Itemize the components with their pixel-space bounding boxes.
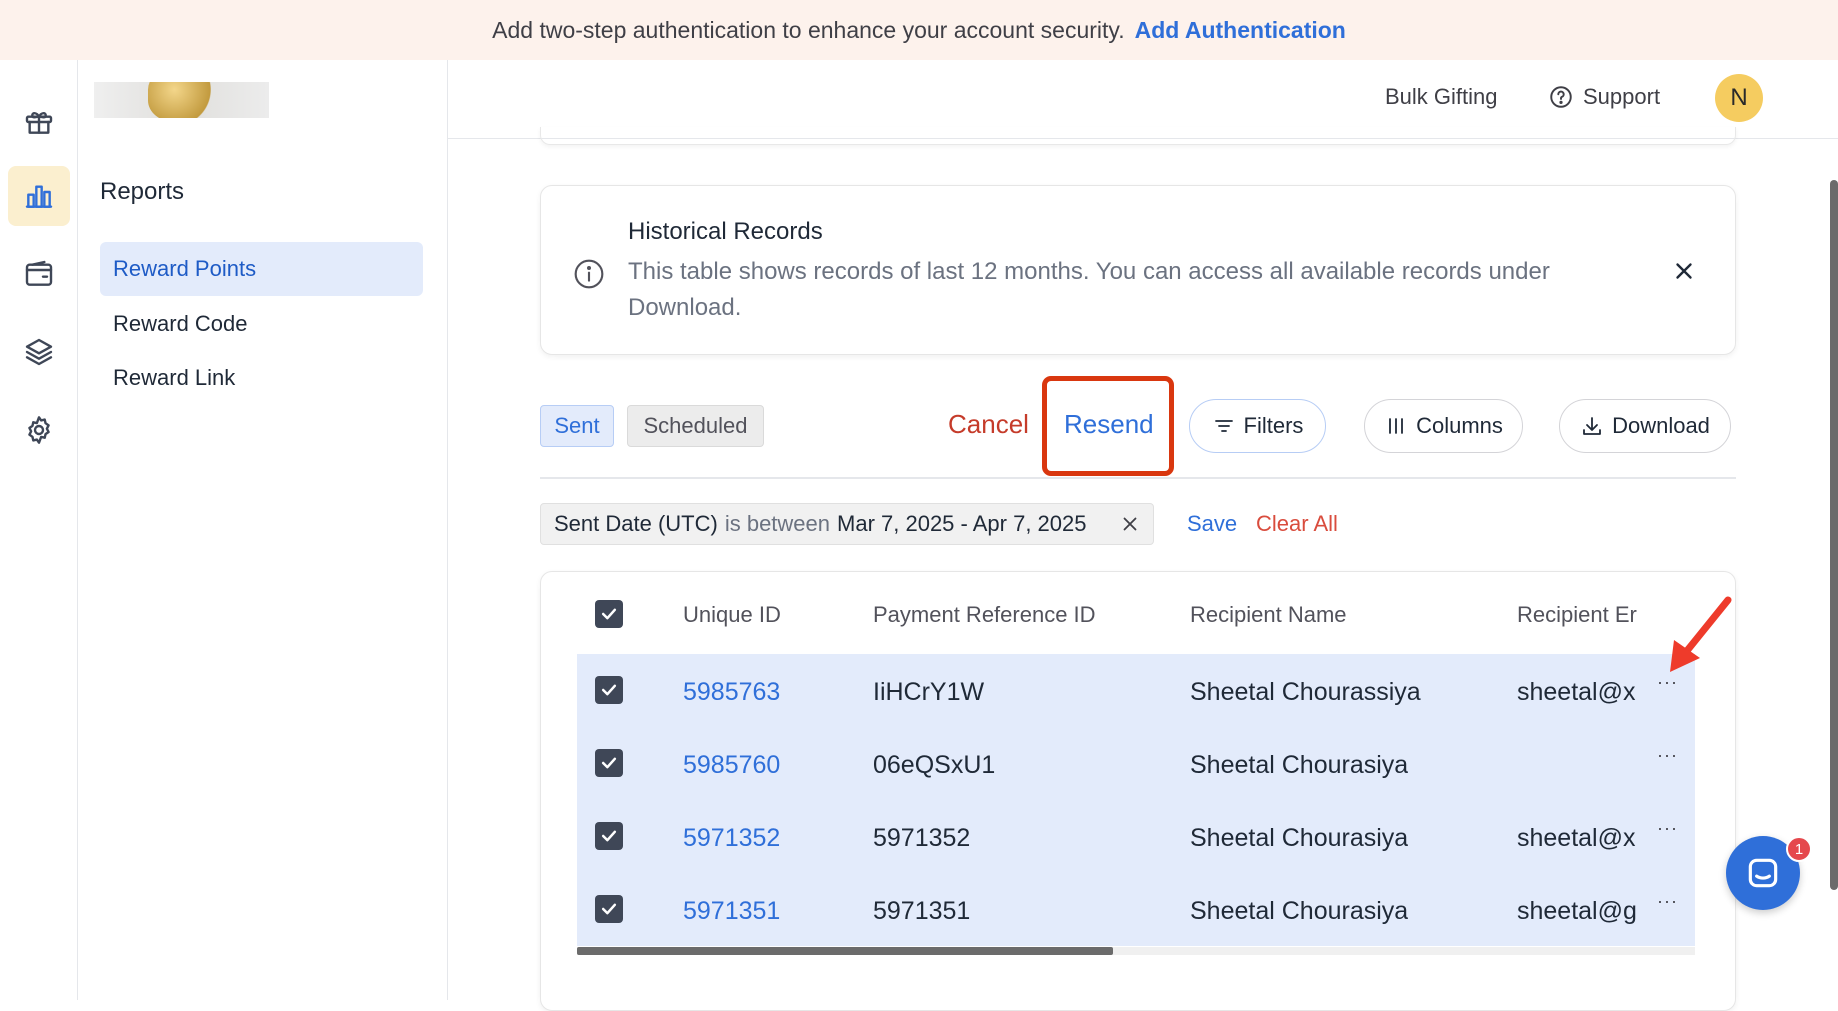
checkmark-icon xyxy=(601,830,617,842)
column-header-recipient-name[interactable]: Recipient Name xyxy=(1190,602,1347,628)
sidebar-item-reward-points[interactable]: Reward Points xyxy=(100,242,423,296)
page-scrollbar[interactable] xyxy=(1830,180,1838,890)
rail-settings[interactable] xyxy=(8,400,70,460)
user-avatar[interactable]: N xyxy=(1715,74,1763,122)
select-all-checkbox[interactable] xyxy=(595,600,623,628)
save-filter-link[interactable]: Save xyxy=(1187,511,1237,537)
sidebar-item-reward-link[interactable]: Reward Link xyxy=(100,351,423,405)
checkmark-icon xyxy=(601,757,617,769)
recipient-email-cell: sheetal@x xyxy=(1517,824,1636,852)
column-header-unique-id[interactable]: Unique ID xyxy=(683,602,781,628)
reports-sidebar: Reports Reward Points Reward Code Reward… xyxy=(78,60,448,1000)
wallet-icon xyxy=(25,260,53,286)
columns-label: Columns xyxy=(1416,413,1503,438)
bulk-gifting-link[interactable]: Bulk Gifting xyxy=(1385,84,1498,110)
sidebar-title: Reports xyxy=(100,178,185,205)
icon-rail xyxy=(0,60,78,1000)
checkmark-icon xyxy=(601,684,617,696)
row-menu-button[interactable]: ··· xyxy=(1657,745,1678,766)
horizontal-scrollbar[interactable] xyxy=(577,947,1113,955)
historical-records-notice: Historical Records This table shows reco… xyxy=(540,185,1736,355)
tab-sent[interactable]: Sent xyxy=(540,405,614,447)
row-checkbox[interactable] xyxy=(595,676,623,704)
row-menu-button[interactable]: ··· xyxy=(1657,891,1678,912)
payment-ref-cell: 5971351 xyxy=(873,897,971,925)
filters-label: Filters xyxy=(1243,413,1304,438)
brand-logo xyxy=(94,82,269,118)
clear-all-link[interactable]: Clear All xyxy=(1256,511,1338,537)
info-icon xyxy=(574,259,604,289)
toolbar-divider xyxy=(540,477,1736,479)
rail-layers[interactable] xyxy=(8,322,70,382)
row-checkbox[interactable] xyxy=(595,749,623,777)
row-menu-button[interactable]: ··· xyxy=(1657,818,1678,839)
chat-unread-badge: 1 xyxy=(1786,836,1812,862)
columns-icon xyxy=(1389,418,1403,434)
checkmark-icon xyxy=(601,608,617,620)
cancel-button[interactable]: Cancel xyxy=(948,409,1029,440)
download-button[interactable]: Download xyxy=(1559,399,1731,453)
gift-icon xyxy=(25,112,53,134)
tab-scheduled[interactable]: Scheduled xyxy=(627,405,764,447)
unique-id-link[interactable]: 5985763 xyxy=(683,678,780,707)
download-icon xyxy=(1583,417,1601,435)
row-checkbox[interactable] xyxy=(595,895,623,923)
payment-ref-cell: 06eQSxU1 xyxy=(873,751,996,779)
support-link[interactable]: Support xyxy=(1548,84,1660,110)
remove-filter-icon[interactable] xyxy=(1119,513,1141,535)
add-authentication-link[interactable]: Add Authentication xyxy=(1135,17,1346,44)
rail-wallet[interactable] xyxy=(8,244,70,304)
main-content: Historical Records This table shows reco… xyxy=(448,127,1838,1011)
recipient-name-cell: Sheetal Chourasiya xyxy=(1190,897,1409,925)
download-label: Download xyxy=(1612,413,1710,438)
records-table: Unique ID Payment Reference ID Recipient… xyxy=(540,571,1736,1011)
payment-ref-cell: 5971352 xyxy=(873,824,971,852)
filter-chip-value: Mar 7, 2025 - Apr 7, 2025 xyxy=(837,511,1087,536)
security-banner: Add two-step authentication to enhance y… xyxy=(0,0,1838,60)
sidebar-item-reward-code[interactable]: Reward Code xyxy=(100,297,423,351)
column-header-payment-ref[interactable]: Payment Reference ID xyxy=(873,602,1096,628)
notice-text: This table shows records of last 12 mont… xyxy=(628,258,1550,321)
notice-title: Historical Records xyxy=(628,218,823,245)
resend-button[interactable]: Resend xyxy=(1064,409,1154,440)
layers-icon xyxy=(25,338,53,366)
columns-button[interactable]: Columns xyxy=(1364,399,1523,453)
card-above xyxy=(540,127,1736,145)
close-icon[interactable] xyxy=(1671,258,1697,284)
bar-chart-icon xyxy=(25,185,53,208)
chat-icon xyxy=(1748,858,1778,888)
row-checkbox[interactable] xyxy=(595,822,623,850)
table-row[interactable]: 5971352 5971352 Sheetal Chourasiya sheet… xyxy=(577,800,1695,873)
filter-chip-operator: is between xyxy=(724,511,831,536)
filter-icon xyxy=(1214,420,1233,432)
recipient-name-cell: Sheetal Chourassiya xyxy=(1190,678,1421,706)
banner-text: Add two-step authentication to enhance y… xyxy=(492,16,1125,43)
recipient-email-cell: sheetal@x xyxy=(1517,678,1636,706)
rail-gifts[interactable] xyxy=(8,92,70,152)
rail-reports[interactable] xyxy=(8,166,70,226)
checkmark-icon xyxy=(601,903,617,915)
gear-icon xyxy=(28,416,50,444)
filter-chip[interactable]: Sent Date (UTC) is between Mar 7, 2025 -… xyxy=(540,503,1154,545)
recipient-name-cell: Sheetal Chourasiya xyxy=(1190,751,1409,779)
table-row[interactable]: 5985760 06eQSxU1 Sheetal Chourasiya ··· xyxy=(577,727,1695,800)
help-circle-icon xyxy=(1550,86,1572,108)
table-row[interactable]: 5985763 IiHCrY1W Sheetal Chourassiya she… xyxy=(577,654,1695,727)
filters-button[interactable]: Filters xyxy=(1189,399,1326,453)
recipient-name-cell: Sheetal Chourasiya xyxy=(1190,824,1409,852)
unique-id-link[interactable]: 5985760 xyxy=(683,751,780,780)
row-menu-button[interactable]: ··· xyxy=(1657,672,1678,693)
recipient-email-cell: sheetal@g xyxy=(1517,897,1637,925)
table-header: Unique ID Payment Reference ID Recipient… xyxy=(577,572,1695,654)
filter-chip-field: Sent Date (UTC) xyxy=(554,511,718,536)
annotation-arrow-icon xyxy=(1670,596,1732,672)
unique-id-link[interactable]: 5971351 xyxy=(683,897,780,926)
payment-ref-cell: IiHCrY1W xyxy=(873,678,985,706)
column-header-recipient-email[interactable]: Recipient Er xyxy=(1517,602,1641,628)
table-row[interactable]: 5971351 5971351 Sheetal Chourasiya sheet… xyxy=(577,873,1695,946)
unique-id-link[interactable]: 5971352 xyxy=(683,824,780,853)
support-label: Support xyxy=(1583,84,1661,109)
